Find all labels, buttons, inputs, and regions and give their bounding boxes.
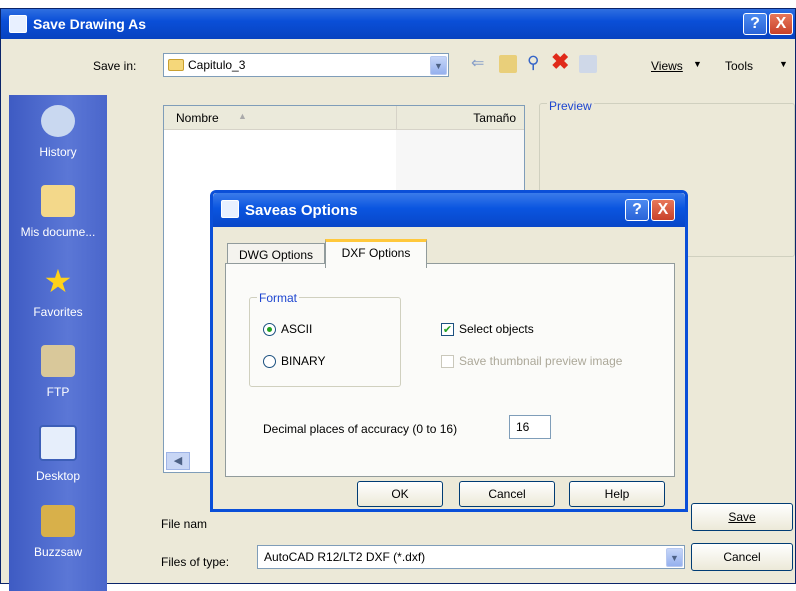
place-favorites-label: Favorites <box>33 305 83 319</box>
place-desktop-label: Desktop <box>35 469 81 483</box>
place-favorites[interactable]: ★ Favorites <box>9 255 107 335</box>
ftp-icon <box>41 345 75 377</box>
saveas-options-dialog: Saveas Options ? X DWG Options DXF Optio… <box>210 190 688 512</box>
options-close-button[interactable]: X <box>651 199 675 221</box>
window-title: Save Drawing As <box>33 16 147 32</box>
save-in-combo[interactable]: Capitulo_3 ▼ <box>163 53 449 77</box>
folder-icon <box>41 185 75 217</box>
save-in-label: Save in: <box>93 59 137 73</box>
tab-dxf-options[interactable]: DXF Options <box>325 239 427 268</box>
file-name-label: File nam <box>161 517 208 531</box>
place-my-documents[interactable]: Mis docume... <box>9 175 107 255</box>
places-bar: History Mis docume... ★ Favorites FTP De… <box>9 95 107 591</box>
place-history[interactable]: History <box>9 95 107 175</box>
select-objects-checkbox[interactable]: ✔ <box>441 323 454 336</box>
chevron-down-icon[interactable]: ▼ <box>430 56 447 75</box>
search-web-icon[interactable]: ⚲ <box>527 53 547 73</box>
close-button[interactable]: X <box>769 13 793 35</box>
views-menu[interactable]: Views <box>651 59 683 73</box>
format-label: Format <box>257 291 300 305</box>
place-my-documents-label: Mis docume... <box>20 225 96 239</box>
tools-menu[interactable]: Tools <box>725 59 753 73</box>
options-cancel-button[interactable]: Cancel <box>459 481 555 507</box>
place-desktop[interactable]: Desktop <box>9 415 107 495</box>
buzzsaw-icon <box>41 505 75 537</box>
place-buzzsaw[interactable]: Buzzsaw <box>9 495 107 575</box>
column-name-label: Nombre <box>176 111 219 125</box>
save-thumbnail-checkbox[interactable] <box>441 355 454 368</box>
options-help-button[interactable]: ? <box>625 199 649 221</box>
column-size-label: Tamaño <box>473 111 516 125</box>
ascii-label: ASCII <box>281 322 313 336</box>
save-in-value: Capitulo_3 <box>188 58 246 72</box>
main-cancel-button[interactable]: Cancel <box>691 543 793 571</box>
history-icon <box>41 105 75 137</box>
save-thumbnail-label: Save thumbnail preview image <box>459 354 623 368</box>
files-of-type-combo[interactable]: AutoCAD R12/LT2 DXF (*.dxf) ▼ <box>257 545 685 569</box>
files-of-type-value: AutoCAD R12/LT2 DXF (*.dxf) <box>264 550 426 564</box>
help-button[interactable]: ? <box>743 13 767 35</box>
decimal-accuracy-label: Decimal places of accuracy (0 to 16) <box>263 422 458 436</box>
ascii-radio[interactable] <box>263 323 276 336</box>
new-folder-icon[interactable] <box>579 55 597 73</box>
binary-radio[interactable] <box>263 355 276 368</box>
options-title: Saveas Options <box>245 202 358 219</box>
ok-button[interactable]: OK <box>357 481 443 507</box>
title-bar[interactable]: Save Drawing As ? X <box>1 9 795 39</box>
decimal-accuracy-input[interactable]: 16 <box>509 415 551 439</box>
options-title-bar[interactable]: Saveas Options ? X <box>213 193 685 227</box>
preview-label: Preview <box>547 99 594 113</box>
save-button[interactable]: Save <box>691 503 793 531</box>
place-ftp-label: FTP <box>46 385 70 399</box>
delete-icon[interactable]: ✖ <box>551 51 573 73</box>
desktop-icon <box>39 425 77 461</box>
views-dropdown-icon[interactable]: ▼ <box>693 59 702 69</box>
column-header-name[interactable]: Nombre ▲ <box>164 106 396 130</box>
column-header-size[interactable]: Tamaño <box>396 106 524 130</box>
binary-label: BINARY <box>281 354 326 368</box>
place-ftp[interactable]: FTP <box>9 335 107 415</box>
files-of-type-label: Files of type: <box>161 555 230 569</box>
back-arrow-icon[interactable]: ⇐ <box>471 55 489 73</box>
sort-ascending-icon: ▲ <box>238 111 247 121</box>
chevron-down-icon[interactable]: ▼ <box>666 548 683 567</box>
select-objects-label: Select objects <box>459 322 534 336</box>
place-buzzsaw-label: Buzzsaw <box>33 545 83 559</box>
star-icon: ★ <box>43 263 73 299</box>
options-help-text-button[interactable]: Help <box>569 481 665 507</box>
format-group <box>249 297 401 387</box>
place-history-label: History <box>39 145 77 159</box>
folder-icon <box>168 59 184 71</box>
autocad-icon <box>221 200 239 218</box>
up-folder-icon[interactable] <box>499 55 517 73</box>
autocad-icon <box>9 15 27 33</box>
tools-dropdown-icon[interactable]: ▼ <box>779 59 788 69</box>
scroll-left-button[interactable]: ◀ <box>166 452 190 470</box>
